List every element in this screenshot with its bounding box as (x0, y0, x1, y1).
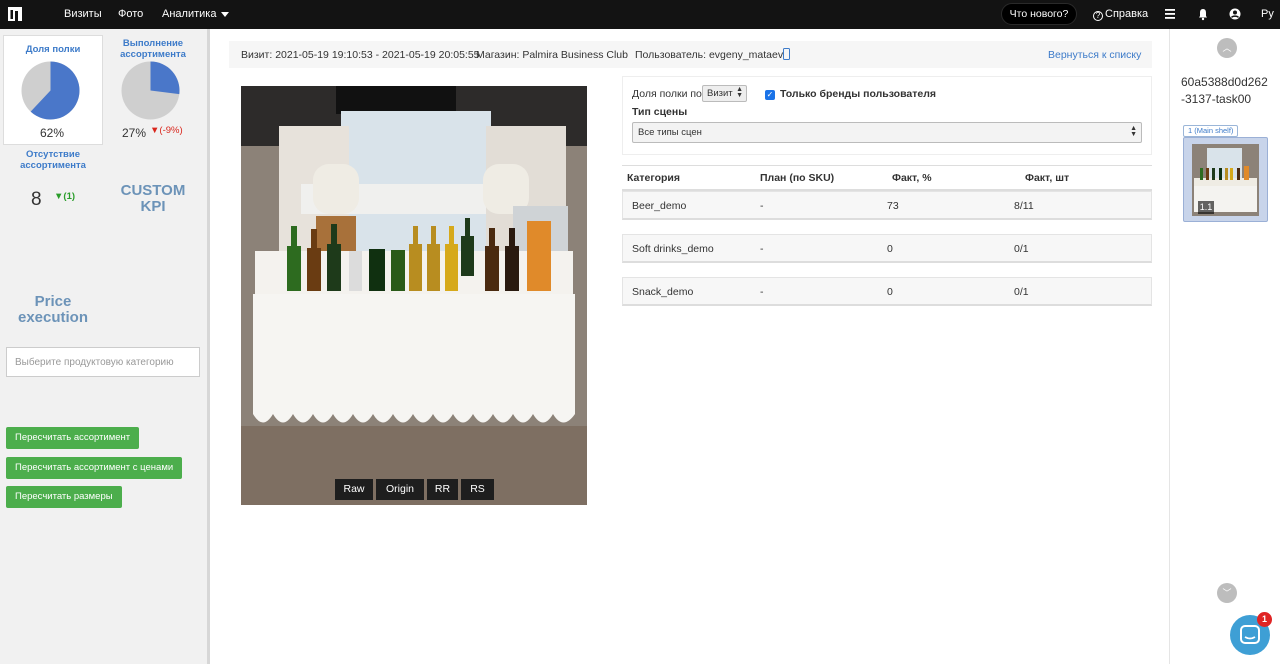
recalc-assortment-button[interactable]: Пересчитать ассортимент (6, 427, 140, 449)
assortment-pie (121, 61, 180, 120)
shelf-share-pie (21, 61, 80, 120)
language-switch[interactable]: Ру (1261, 8, 1274, 20)
visit-time: Визит: 2021-05-19 19:10:53 - 2021-05-19 … (241, 49, 480, 61)
scene-type-select[interactable]: Все типы сцен ▲ ▼ (632, 122, 1142, 143)
column-header-fact-pct[interactable]: Факт, % (892, 172, 932, 184)
shelf-share-by-value: Визит (707, 88, 733, 99)
logo-icon[interactable] (7, 6, 23, 22)
visit-photo[interactable] (241, 86, 587, 505)
help-label: Справка (1105, 8, 1149, 20)
scroll-up-button[interactable]: ︿ (1217, 38, 1237, 58)
shelf-share-by-select[interactable]: Визит ▲ ▼ (702, 85, 747, 102)
user-icon[interactable] (1228, 7, 1242, 21)
visit-info-bar: Визит: 2021-05-19 19:10:53 - 2021-05-19 … (229, 41, 1152, 68)
product-category-input[interactable] (6, 347, 200, 377)
kpi-absence-delta: ▼(1) (54, 191, 76, 202)
visit-user: Пользователь: evgeny_mataev (635, 49, 784, 61)
row-fact-pct: 0 (887, 243, 893, 255)
column-header-fact-pcs[interactable]: Факт, шт (1025, 172, 1069, 184)
whats-new-button[interactable]: Что нового? (1001, 3, 1077, 25)
thumbnail-label: 1.1 (1198, 201, 1214, 214)
row-fact-pct: 73 (887, 200, 899, 212)
photo-rs-button[interactable]: RS (461, 479, 494, 500)
column-header-category[interactable]: Категория (627, 172, 680, 184)
table-header (622, 165, 1152, 191)
row-plan: - (760, 200, 764, 212)
phone-icon (783, 48, 790, 60)
column-header-plan[interactable]: План (по SKU) (760, 172, 834, 184)
recalc-sizes-button[interactable]: Пересчитать размеры (6, 486, 122, 508)
row-category: Snack_demo (632, 286, 694, 298)
custom-kpi-label[interactable]: CUSTOM KPI (108, 183, 198, 215)
photo-origin-button[interactable]: Origin (376, 479, 424, 500)
row-fact-pct: 0 (887, 286, 893, 298)
shelf-share-by-label: Доля полки по (632, 88, 702, 100)
scene-type-label: Тип сцены (632, 106, 688, 118)
kpi-absence-value: 8 (31, 189, 42, 210)
visit-store: Магазин: Palmira Business Club (476, 49, 628, 61)
kpi-assortment-value: 27% (122, 126, 147, 140)
nav-analytics[interactable]: Аналитика (162, 8, 216, 20)
help-link[interactable]: ? Справка (1093, 8, 1148, 21)
row-category: Soft drinks_demo (632, 243, 714, 255)
assortment-pie-slice (150, 61, 180, 95)
row-fact-pcs: 0/1 (1014, 286, 1029, 298)
kpi-assortment-delta: ▼(-9%) (150, 125, 183, 136)
price-execution-label[interactable]: Price execution (6, 294, 100, 326)
row-fact-pcs: 0/1 (1014, 243, 1029, 255)
bell-icon[interactable] (1196, 7, 1210, 21)
scroll-down-button[interactable]: ﹀ (1217, 583, 1237, 603)
menu-icon[interactable] (1163, 7, 1177, 21)
chat-badge: 1 (1257, 612, 1272, 627)
top-navbar: Визиты Фото Аналитика Что нового? ? Справ… (0, 0, 1280, 29)
row-category: Beer_demo (632, 200, 687, 212)
scene-type-value: Все типы сцен (638, 127, 702, 138)
recalc-assortment-prices-button[interactable]: Пересчитать ассортимент с ценами (6, 457, 183, 479)
photo-raw-button[interactable]: Raw (335, 479, 373, 500)
nav-photo[interactable]: Фото (118, 8, 143, 20)
updown-icon: ▲ ▼ (736, 86, 743, 99)
row-plan: - (760, 286, 764, 298)
question-icon: ? (1093, 11, 1103, 21)
row-fact-pcs: 8/11 (1014, 200, 1034, 212)
updown-icon: ▲ ▼ (1130, 125, 1137, 138)
chevron-down-icon[interactable] (221, 12, 229, 17)
kpi-shelf-share-title: Доля полки (25, 44, 81, 55)
row-plan: - (760, 243, 764, 255)
shelf-photo-image (241, 86, 587, 505)
photo-rr-button[interactable]: RR (427, 479, 458, 500)
kpi-assortment-title: Выполнение ассортимента (120, 38, 186, 60)
only-user-brands-checkbox[interactable]: ✓ (765, 90, 775, 100)
kpi-absence-title: Отсутствие ассортимента (20, 149, 86, 171)
only-user-brands-label: Только бренды пользователя (780, 88, 937, 100)
shelf-tag[interactable]: 1 (Main shelf) (1183, 125, 1239, 137)
nav-visits[interactable]: Визиты (64, 8, 102, 20)
kpi-shelf-share-value: 62% (40, 126, 65, 140)
task-id: 60a5388d0d262-3137-task00 (1181, 75, 1268, 106)
back-to-list-link[interactable]: Вернуться к списку (1048, 49, 1141, 61)
